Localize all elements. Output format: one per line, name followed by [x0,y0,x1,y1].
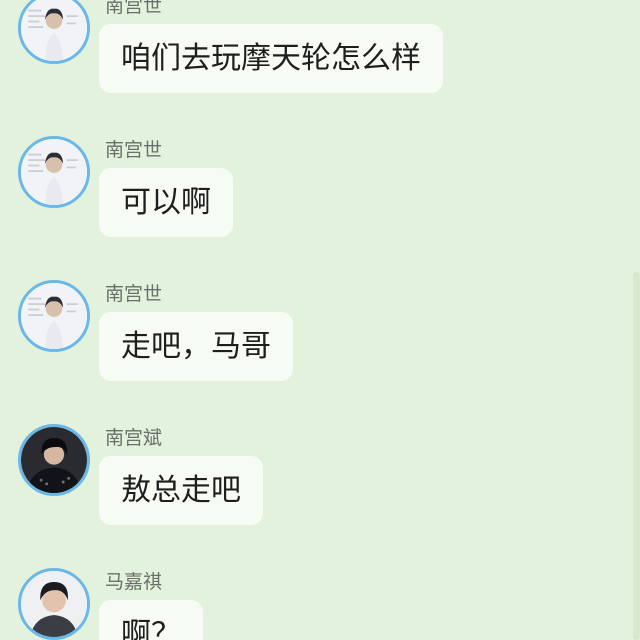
scrollbar[interactable] [633,272,640,640]
message-bubble[interactable]: 啊？ [99,600,203,640]
sender-name: 南宫斌 [105,427,163,449]
chat-message-list: 南宫世 咱们去玩摩天轮怎么样 南宫世 可以啊 南宫世 走吧，马哥 南宫斌 敖总走… [0,0,640,640]
message-bubble[interactable]: 走吧，马哥 [99,312,293,381]
avatar[interactable] [18,136,90,208]
avatar[interactable] [18,0,90,64]
sender-name: 南宫世 [105,0,163,17]
message-bubble[interactable]: 可以啊 [99,168,233,237]
sender-name: 南宫世 [105,283,163,305]
message-bubble[interactable]: 敖总走吧 [99,456,263,525]
message-bubble[interactable]: 咱们去玩摩天轮怎么样 [99,24,443,93]
avatar[interactable] [18,568,90,640]
sender-name: 马嘉祺 [105,571,163,593]
avatar[interactable] [18,280,90,352]
avatar[interactable] [18,424,90,496]
sender-name: 南宫世 [105,139,163,161]
